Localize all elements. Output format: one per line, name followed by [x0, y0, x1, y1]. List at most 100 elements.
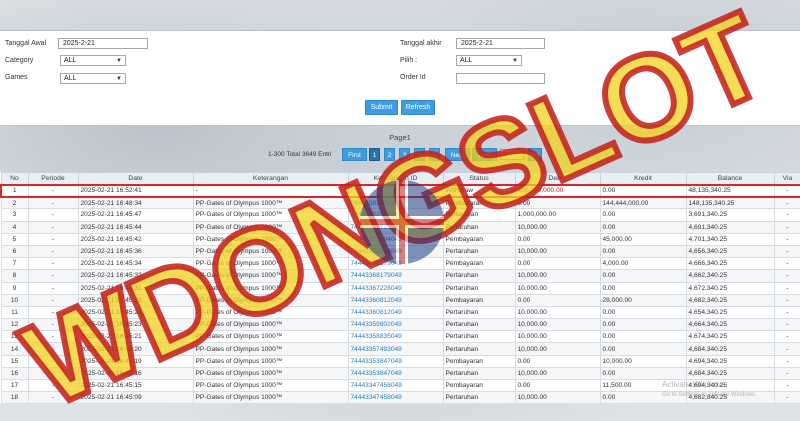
next-page-button[interactable]: Next	[445, 148, 470, 161]
table-cell-keterangan-id[interactable]: 74443382473049	[347, 196, 444, 210]
table-cell-keterangan-id[interactable]: 74443368179049	[347, 269, 444, 283]
table-cell-no: 10	[0, 293, 29, 307]
table-row[interactable]: 6-2025-02-21 16:45:36 PP-Gates of Olympus…	[0, 244, 800, 259]
table-cell-keterangan-id[interactable]: 74443360812049	[347, 305, 444, 320]
page-button-4[interactable]: 4	[414, 148, 425, 161]
table-cell-periode: -	[27, 269, 79, 283]
page-button-1[interactable]: 1	[369, 148, 380, 161]
table-cell-kredit: 0.00	[599, 305, 687, 320]
table-cell-keterangan-id[interactable]: 74443358835049	[347, 330, 444, 344]
table-cell-date: 2025-02-21 16:45:15	[77, 378, 194, 393]
column-header-keterangan: Keterangan	[192, 172, 349, 185]
table-cell-via: -	[773, 354, 800, 368]
total-entries: 1-300 Total 3649 Entri	[268, 151, 332, 158]
table-cell-periode: -	[27, 354, 79, 368]
table-cell-date: 2025-02-21 16:45:20	[77, 342, 194, 356]
table-cell-keterangan: PP-Gates of Olympus 1000™	[192, 232, 349, 246]
table-cell-periode: -	[27, 391, 79, 405]
submit-button[interactable]: Submit	[365, 100, 398, 115]
table-cell-keterangan-id[interactable]: 74443347458049	[347, 391, 444, 405]
pilih-select[interactable]: ALL ▼	[456, 55, 522, 66]
table-row[interactable]: 1-2025-02-21 16:52:41- - Withdraw 100,000,0…	[0, 183, 800, 198]
tanggal-akhir-input[interactable]: 2025-2-21	[456, 38, 545, 49]
table-cell-status: Pertaruhan	[442, 281, 516, 295]
table-row[interactable]: 3-2025-02-21 16:45:47 PP-Gates of Olympus…	[0, 208, 800, 222]
table-row[interactable]: 11-2025-02-21 16:45:24 PP-Gates of Olympu…	[0, 305, 800, 320]
table-cell-keterangan-id[interactable]: 74443382473049	[347, 208, 444, 222]
table-cell-debet: 10,000.00	[514, 220, 601, 234]
table-cell-keterangan-id[interactable]: 74443371884049	[347, 232, 444, 246]
first-page-button[interactable]: First	[342, 148, 367, 161]
table-row[interactable]: 2-2025-02-21 16:48:34 PP-Gates of Olympus…	[0, 196, 800, 210]
table-row[interactable]: 7-2025-02-21 16:45:34 PP-Gates of Olympus…	[0, 257, 800, 271]
table-cell-keterangan-id[interactable]: 74443371884049	[347, 244, 444, 259]
table-cell-debet: 10,000.00	[514, 269, 601, 283]
page-button-3[interactable]: 3	[399, 148, 410, 161]
table-cell-via: -	[773, 269, 800, 283]
table-row[interactable]: 16-2025-02-21 16:45:16 PP-Gates of Olympu…	[0, 366, 800, 381]
table-cell-periode: -	[27, 183, 79, 198]
table-row[interactable]: 8-2025-02-21 16:45:32 PP-Gates of Olympus…	[0, 269, 800, 283]
table-row[interactable]: 9-2025-02-21 16:45:31 PP-Gates of Olympus…	[0, 281, 800, 295]
tanggal-awal-input[interactable]: 2025-2-21	[58, 38, 148, 49]
table-cell-keterangan-id[interactable]: 74443353847049	[347, 366, 444, 381]
table-cell-via: -	[773, 330, 800, 344]
go-button[interactable]: Go	[528, 148, 542, 161]
table-cell-no: 15	[0, 354, 29, 368]
table-cell-kredit: 0.00	[599, 220, 687, 234]
table-cell-periode: -	[27, 196, 79, 210]
table-cell-keterangan-id[interactable]: 74443359802049	[347, 318, 444, 332]
table-cell-keterangan-id[interactable]: 74443368179049	[347, 257, 444, 271]
table-cell-date: 2025-02-21 16:45:09	[77, 391, 194, 405]
table-cell-no: 6	[0, 244, 29, 259]
page-button-5[interactable]: 5	[429, 148, 440, 161]
table-cell-kredit: 0.00	[599, 269, 687, 283]
table-cell-keterangan: PP-Gates of Olympus 1000™	[192, 378, 349, 393]
activate-windows-notice: Activate Windows Go to Settings to activ…	[662, 380, 757, 400]
games-select[interactable]: ALL ▼	[60, 73, 126, 84]
table-row[interactable]: 15-2025-02-21 16:45:19 PP-Gates of Olympu…	[0, 354, 800, 368]
table-row[interactable]: 5-2025-02-21 16:45:42 PP-Gates of Olympus…	[0, 232, 800, 246]
table-row[interactable]: 14-2025-02-21 16:45:20 PP-Gates of Olympu…	[0, 342, 800, 356]
category-select[interactable]: ALL ▼	[60, 55, 126, 66]
refresh-button[interactable]: Refresh	[401, 100, 435, 115]
table-cell-balance: 4,664,340.25	[685, 318, 775, 332]
table-cell-debet: 10,000.00	[514, 281, 601, 295]
table-cell-status: Pertaruhan	[442, 366, 516, 381]
table-cell-balance: 4,654,340.25	[685, 305, 775, 320]
table-cell-balance: 148,135,340.25	[685, 196, 775, 210]
activate-windows-line1: Activate Windows	[662, 380, 726, 389]
table-cell-keterangan-id[interactable]: 74443357493049	[347, 342, 444, 356]
order-id-input[interactable]	[456, 73, 545, 84]
table-cell-status: Pembayaran	[442, 378, 516, 393]
table-cell-keterangan: PP-Gates of Olympus 1000™	[192, 366, 349, 381]
table-row[interactable]: 12-2025-02-21 16:45:23 PP-Gates of Olympu…	[0, 318, 800, 332]
table-row[interactable]: 4-2025-02-21 16:45:44 PP-Gates of Olympus…	[0, 220, 800, 234]
table-cell-date: 2025-02-21 16:45:24	[77, 305, 194, 320]
table-row[interactable]: 13-2025-02-21 16:45:21 PP-Gates of Olympu…	[0, 330, 800, 344]
category-select-value: ALL	[64, 57, 77, 64]
table-cell-debet: 0.00	[514, 232, 601, 246]
table-cell-via: -	[773, 342, 800, 356]
table-cell-balance: 4,672,340.25	[685, 281, 775, 295]
page-button-2[interactable]: 2	[384, 148, 395, 161]
table-cell-kredit: 0.00	[599, 244, 687, 259]
table-cell-keterangan-id[interactable]: 74443379721049	[347, 220, 444, 234]
table-cell-keterangan-id[interactable]: 74443353847049	[347, 354, 444, 368]
table-row[interactable]: 10-2025-02-21 16:45:29 PP-Gates of Olympu…	[0, 293, 800, 307]
table-cell-debet: 0.00	[514, 378, 601, 393]
table-cell-status: Pertaruhan	[442, 342, 516, 356]
last-page-button[interactable]: Last	[472, 148, 497, 161]
table-cell-keterangan-id[interactable]: 74443367228049	[347, 281, 444, 295]
table-cell-date: 2025-02-21 16:45:21	[77, 330, 194, 344]
chevron-down-icon: ▼	[116, 58, 122, 64]
table-cell-kredit: 144,444,000.00	[599, 196, 687, 210]
column-header-date: Date	[77, 172, 194, 185]
table-cell-keterangan-id[interactable]: 74443347458049	[347, 378, 444, 393]
table-cell-keterangan: PP-Gates of Olympus 1000™	[192, 269, 349, 283]
table-cell-no: 12	[0, 318, 29, 332]
table-cell-balance: 4,694,340.25	[685, 354, 775, 368]
table-cell-keterangan-id[interactable]: 74443360812049	[347, 293, 444, 307]
table-cell-date: 2025-02-21 16:48:34	[77, 196, 194, 210]
goto-page-input[interactable]: 1	[500, 149, 524, 160]
